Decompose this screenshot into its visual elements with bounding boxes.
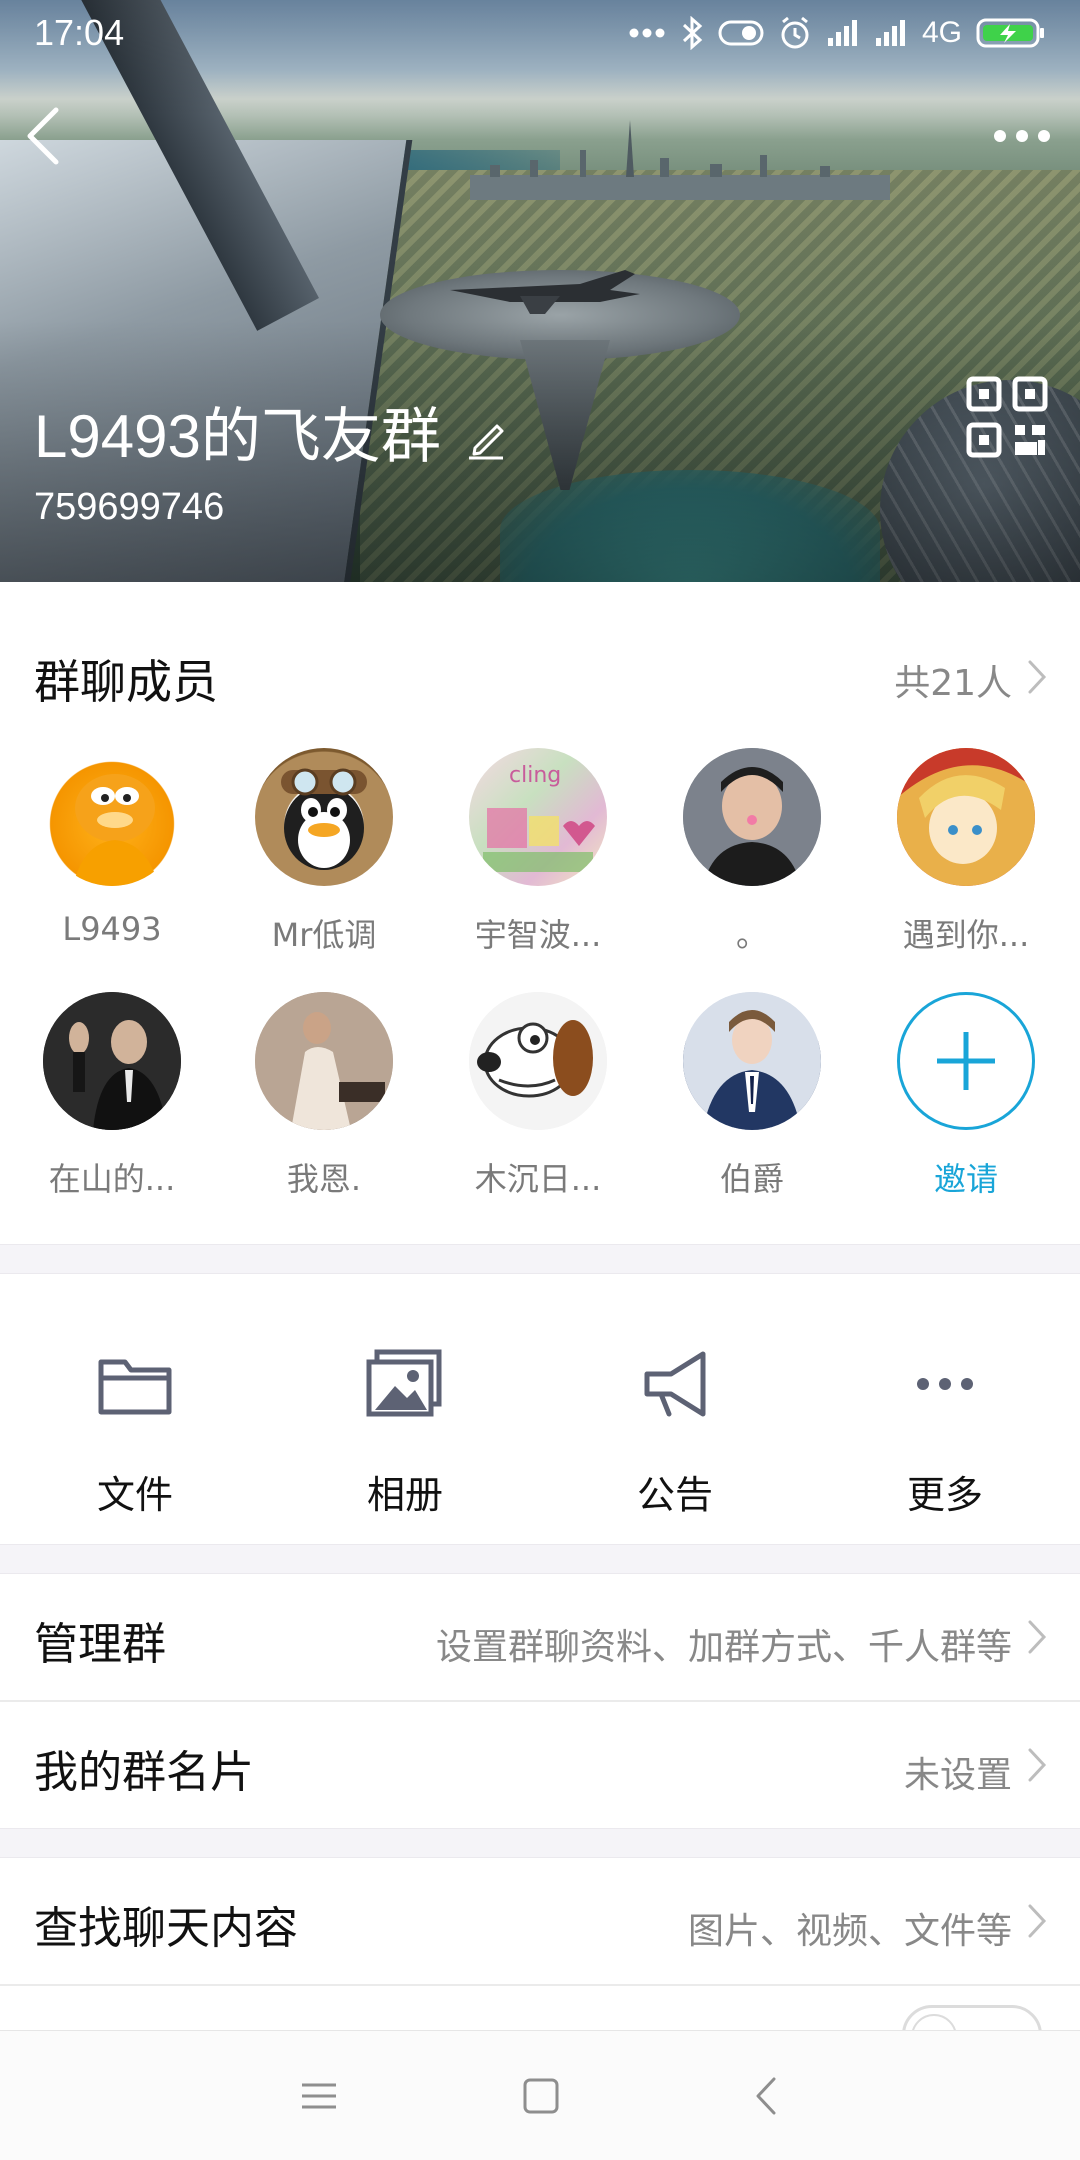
member-name: Mr低调 [271, 916, 377, 954]
chevron-right-icon [1028, 1904, 1047, 1938]
invite-label: 邀请 [933, 1160, 998, 1198]
more-dots-icon [917, 1378, 973, 1390]
member-name: 宇智波... [474, 916, 602, 954]
row-value: 未设置 [903, 1755, 1012, 1796]
battery-charging-icon [976, 17, 1046, 49]
status-bar: 17:04 4G [0, 0, 1080, 66]
group-tools-row: 文件 相册 公告 更多 [0, 1274, 1080, 1544]
members-title: 群聊成员 [34, 655, 218, 709]
search-chat-row[interactable]: 查找聊天内容 图片、视频、文件等 [0, 1858, 1080, 1984]
member-name: 木沉日... [474, 1160, 602, 1198]
tool-announcement[interactable]: 公告 [540, 1274, 810, 1544]
plus-icon [937, 1032, 995, 1090]
system-back-icon[interactable] [744, 2073, 790, 2119]
avatar [683, 748, 821, 886]
megaphone-icon [644, 1351, 706, 1417]
avatar [683, 992, 821, 1130]
tool-files[interactable]: 文件 [0, 1274, 270, 1544]
penguin-avatar-art [281, 768, 367, 870]
avatar [43, 748, 181, 886]
my-group-card-row[interactable]: 我的群名片 未设置 [0, 1702, 1080, 1828]
edit-pencil-icon[interactable] [465, 418, 507, 460]
menu-icon[interactable] [296, 2073, 342, 2119]
tool-album[interactable]: 相册 [270, 1274, 540, 1544]
notification-dots-icon [628, 27, 666, 39]
alarm-icon [778, 16, 812, 50]
row-label: 管理群 [34, 1619, 166, 1670]
photo-avatar-art [43, 992, 181, 1130]
row-label: 查找聊天内容 [34, 1903, 298, 1954]
member-item[interactable]: 。 [652, 748, 852, 956]
group-name: L9493的飞友群 [34, 403, 441, 470]
member-item[interactable]: 伯爵 [652, 992, 852, 1200]
more-options-icon[interactable] [990, 116, 1054, 156]
svg-text:cling: cling [509, 763, 561, 788]
chevron-right-icon [1028, 660, 1047, 694]
member-name: L9493 [62, 910, 162, 948]
tool-label: 公告 [636, 1473, 713, 1517]
home-square-icon[interactable] [518, 2073, 564, 2119]
member-name: 在山的... [48, 1160, 176, 1198]
member-item[interactable]: cling 宇智波... [438, 748, 638, 956]
album-icon [366, 1349, 442, 1417]
section-divider [0, 1244, 1080, 1274]
garfield-avatar-art [73, 774, 159, 886]
avatar [469, 992, 607, 1130]
members-header[interactable]: 群聊成员 共21人 [0, 620, 1080, 730]
row-value: 图片、视频、文件等 [687, 1911, 1012, 1952]
member-item[interactable]: 在山的... [12, 992, 212, 1200]
member-item[interactable]: Mr低调 [224, 748, 424, 956]
status-icons: 4G [628, 12, 1046, 54]
member-name: 。 [735, 916, 768, 954]
avatar [255, 992, 393, 1130]
network-type: 4G [921, 16, 962, 49]
tool-label: 文件 [96, 1473, 173, 1517]
folder-icon [98, 1359, 172, 1415]
group-title-row[interactable]: L9493的飞友群 [34, 388, 507, 475]
snoopy-avatar-art [469, 992, 607, 1130]
chevron-right-icon [1028, 1748, 1047, 1782]
photo-avatar-art [255, 992, 393, 1130]
section-divider [0, 1544, 1080, 1574]
member-item[interactable]: L9493 [12, 748, 212, 948]
system-nav-bar [0, 2030, 1080, 2160]
avatar [43, 992, 181, 1130]
group-id: 759699746 [34, 486, 225, 528]
back-arrow-icon[interactable] [20, 104, 70, 168]
invite-circle[interactable] [897, 992, 1035, 1130]
portrait-avatar-art [683, 992, 821, 1130]
tool-label: 更多 [906, 1473, 983, 1517]
member-name: 遇到你... [902, 916, 1030, 954]
section-divider [0, 1828, 1080, 1858]
bluetooth-icon [680, 16, 704, 50]
tool-label: 相册 [366, 1473, 443, 1517]
signal-1-icon [826, 18, 860, 48]
avatar [255, 748, 393, 886]
member-item[interactable]: 木沉日... [438, 992, 638, 1200]
qr-code-icon[interactable] [966, 376, 1048, 458]
member-item[interactable]: 我恩. [224, 992, 424, 1200]
row-label: 我的群名片 [34, 1747, 254, 1798]
status-time: 17:04 [34, 12, 125, 53]
member-name: 我恩. [286, 1160, 362, 1198]
toggle-status-icon [718, 20, 764, 46]
invite-member-button[interactable]: 邀请 [866, 992, 1066, 1200]
row-separator [0, 1984, 1080, 1986]
avatar [897, 748, 1035, 886]
avatar: cling [469, 748, 607, 886]
member-name: 伯爵 [719, 1160, 784, 1198]
row-value: 设置群聊资料、加群方式、千人群等 [435, 1627, 1012, 1668]
members-count: 共21人 [894, 663, 1012, 704]
tool-more[interactable]: 更多 [810, 1274, 1080, 1544]
manage-group-row[interactable]: 管理群 设置群聊资料、加群方式、千人群等 [0, 1574, 1080, 1700]
member-item[interactable]: 遇到你... [866, 748, 1066, 956]
signal-2-icon [874, 18, 908, 48]
anime-avatar-art [897, 748, 1035, 886]
chevron-right-icon [1028, 1620, 1047, 1654]
selfie-avatar-art [683, 748, 821, 886]
illustration-avatar-art: cling [483, 763, 595, 872]
